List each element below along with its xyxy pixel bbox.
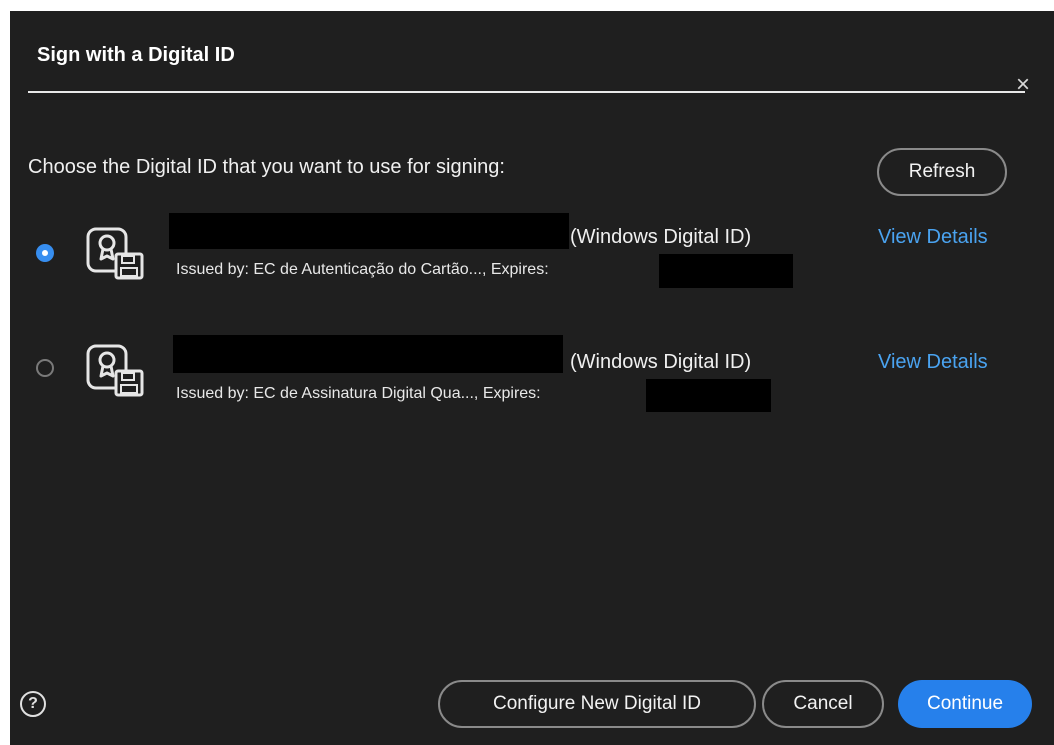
view-details-link[interactable]: View Details [878,226,988,249]
sign-digital-id-dialog: Sign with a Digital ID × Choose the Digi… [10,11,1054,745]
cancel-button[interactable]: Cancel [762,680,884,728]
continue-button[interactable]: Continue [898,680,1032,728]
redacted-expiry-date [646,379,771,412]
help-icon[interactable]: ? [20,691,46,717]
choose-id-prompt: Choose the Digital ID that you want to u… [28,156,505,178]
issuer-text: Issued by: EC de Assinatura Digital Qua.… [176,385,541,402]
redacted-expiry-date [659,254,793,288]
close-icon[interactable]: × [1016,73,1030,97]
certificate-icon [86,227,144,280]
redacted-id-name [169,213,569,249]
certificate-icon [86,344,144,397]
digital-id-row[interactable]: (Windows Digital ID) Issued by: EC de Au… [10,213,1054,303]
id-type-label: (Windows Digital ID) [570,351,752,373]
title-divider [28,91,1025,93]
redacted-id-name [173,335,563,373]
issuer-text: Issued by: EC de Autenticação do Cartão.… [176,261,549,278]
view-details-link[interactable]: View Details [878,351,988,374]
digital-id-radio[interactable] [36,359,54,377]
configure-new-digital-id-button[interactable]: Configure New Digital ID [438,680,756,728]
id-type-label: (Windows Digital ID) [570,226,752,248]
digital-id-radio-selected[interactable] [36,244,54,262]
dialog-title: Sign with a Digital ID [37,44,235,66]
digital-id-row[interactable]: (Windows Digital ID) Issued by: EC de As… [10,326,1054,416]
refresh-button[interactable]: Refresh [877,148,1007,196]
